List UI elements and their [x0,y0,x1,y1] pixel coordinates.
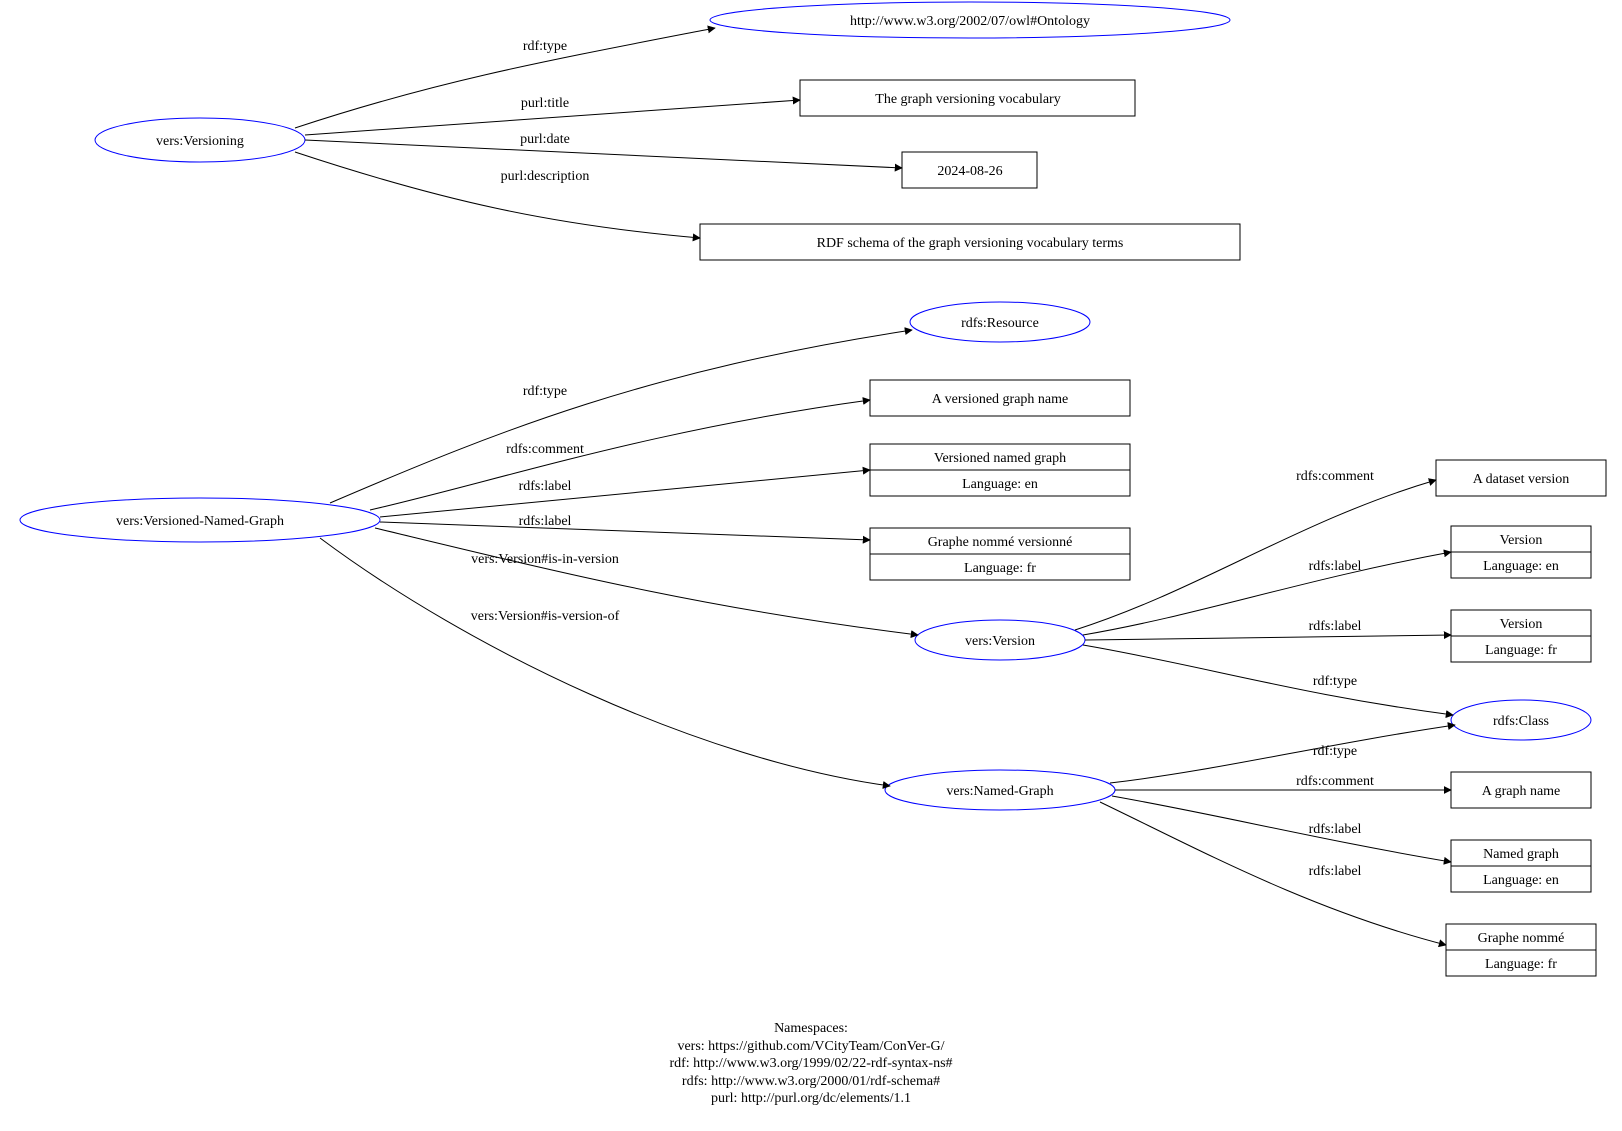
svg-text:Version: Version [1500,533,1543,548]
edge-version-label-en [1083,552,1451,635]
node-rdfs-resource-label: rdfs:Resource [961,316,1039,331]
svg-text:Language: fr: Language: fr [1485,643,1557,658]
edge-versioning-desc [295,152,700,238]
svg-text:Language: fr: Language: fr [964,561,1036,576]
edge-version-type-label: rdf:type [1313,674,1357,689]
svg-text:Language: fr: Language: fr [1485,957,1557,972]
edge-vng-label-fr-label: rdfs:label [519,514,572,529]
namespaces-block: Namespaces: vers: https://github.com/VCi… [0,1020,1622,1108]
svg-text:Graphe nommé: Graphe nommé [1478,931,1565,946]
node-description-label: RDF schema of the graph versioning vocab… [817,236,1124,251]
namespace-rdf: rdf: http://www.w3.org/1999/02/22-rdf-sy… [0,1055,1622,1073]
node-versioning-label: vers:Versioning [156,134,244,149]
edge-ng-label-en-label: rdfs:label [1309,822,1362,837]
edge-versioning-date [305,140,902,168]
node-named-graph-label: vers:Named-Graph [946,784,1053,799]
edge-ng-label-fr-label: rdfs:label [1309,864,1362,879]
svg-text:Version: Version [1500,617,1543,632]
node-vng-label: vers:Versioned-Named-Graph [116,514,284,529]
edge-ng-label-fr [1100,802,1446,945]
edge-vng-isversionof [320,538,890,786]
edge-ng-label-en [1112,796,1451,862]
edge-versioning-type-label: rdf:type [523,39,567,54]
edge-ng-comment-label: rdfs:comment [1296,774,1374,789]
edge-vng-isversionof-label: vers:Version#is-version-of [471,609,620,624]
node-vng-label-en: Versioned named graph Language: en [870,444,1130,496]
edge-version-type [1083,645,1453,715]
svg-text:Versioned named graph: Versioned named graph [934,451,1066,466]
edge-vng-isinversion-label: vers:Version#is-in-version [471,552,619,567]
node-ng-label-fr: Graphe nommé Language: fr [1446,924,1596,976]
node-ng-comment-label: A graph name [1482,784,1561,799]
edge-version-comment [1075,480,1436,630]
edge-ng-type [1110,725,1455,783]
edge-vng-type-label: rdf:type [523,384,567,399]
edge-versioning-date-label: purl:date [520,132,570,147]
node-version-label: vers:Version [965,634,1035,649]
node-vng-label-fr: Graphe nommé versionné Language: fr [870,528,1130,580]
node-vng-comment-label: A versioned graph name [932,392,1068,407]
svg-text:Language: en: Language: en [1483,873,1559,888]
namespace-purl: purl: http://purl.org/dc/elements/1.1 [0,1090,1622,1108]
svg-text:Language: en: Language: en [1483,559,1559,574]
node-version-comment-label: A dataset version [1473,472,1569,487]
edge-versioning-type [295,28,715,128]
edge-version-comment-label: rdfs:comment [1296,469,1374,484]
edge-vng-label-fr [380,522,870,540]
rdf-graph-diagram: vers:Versioning http://www.w3.org/2002/0… [0,0,1622,1131]
svg-text:Graphe nommé versionné: Graphe nommé versionné [928,535,1073,550]
node-owl-ontology-label: http://www.w3.org/2002/07/owl#Ontology [850,14,1090,29]
edge-vng-type [330,330,912,503]
edge-vng-comment-label: rdfs:comment [506,442,584,457]
edge-vng-label-en [380,470,870,517]
edge-vng-isinversion [375,528,918,635]
node-title-label: The graph versioning vocabulary [875,92,1060,107]
namespace-vers: vers: https://github.com/VCityTeam/ConVe… [0,1038,1622,1056]
edge-versioning-desc-label: purl:description [501,169,590,184]
node-rdfs-class-label: rdfs:Class [1493,714,1549,729]
edge-vng-label-en-label: rdfs:label [519,479,572,494]
svg-text:Language: en: Language: en [962,477,1038,492]
edge-versioning-title-label: purl:title [521,96,569,111]
node-date-label: 2024-08-26 [937,164,1002,179]
edge-version-label-fr-label: rdfs:label [1309,619,1362,634]
svg-text:Named graph: Named graph [1483,847,1559,862]
node-version-label-fr: Version Language: fr [1451,610,1591,662]
node-version-label-en: Version Language: en [1451,526,1591,578]
namespaces-heading: Namespaces: [0,1020,1622,1038]
node-ng-label-en: Named graph Language: en [1451,840,1591,892]
edge-ng-type-label: rdf:type [1313,744,1357,759]
edge-version-label-en-label: rdfs:label [1309,559,1362,574]
edge-version-label-fr [1085,635,1451,640]
namespace-rdfs: rdfs: http://www.w3.org/2000/01/rdf-sche… [0,1073,1622,1091]
